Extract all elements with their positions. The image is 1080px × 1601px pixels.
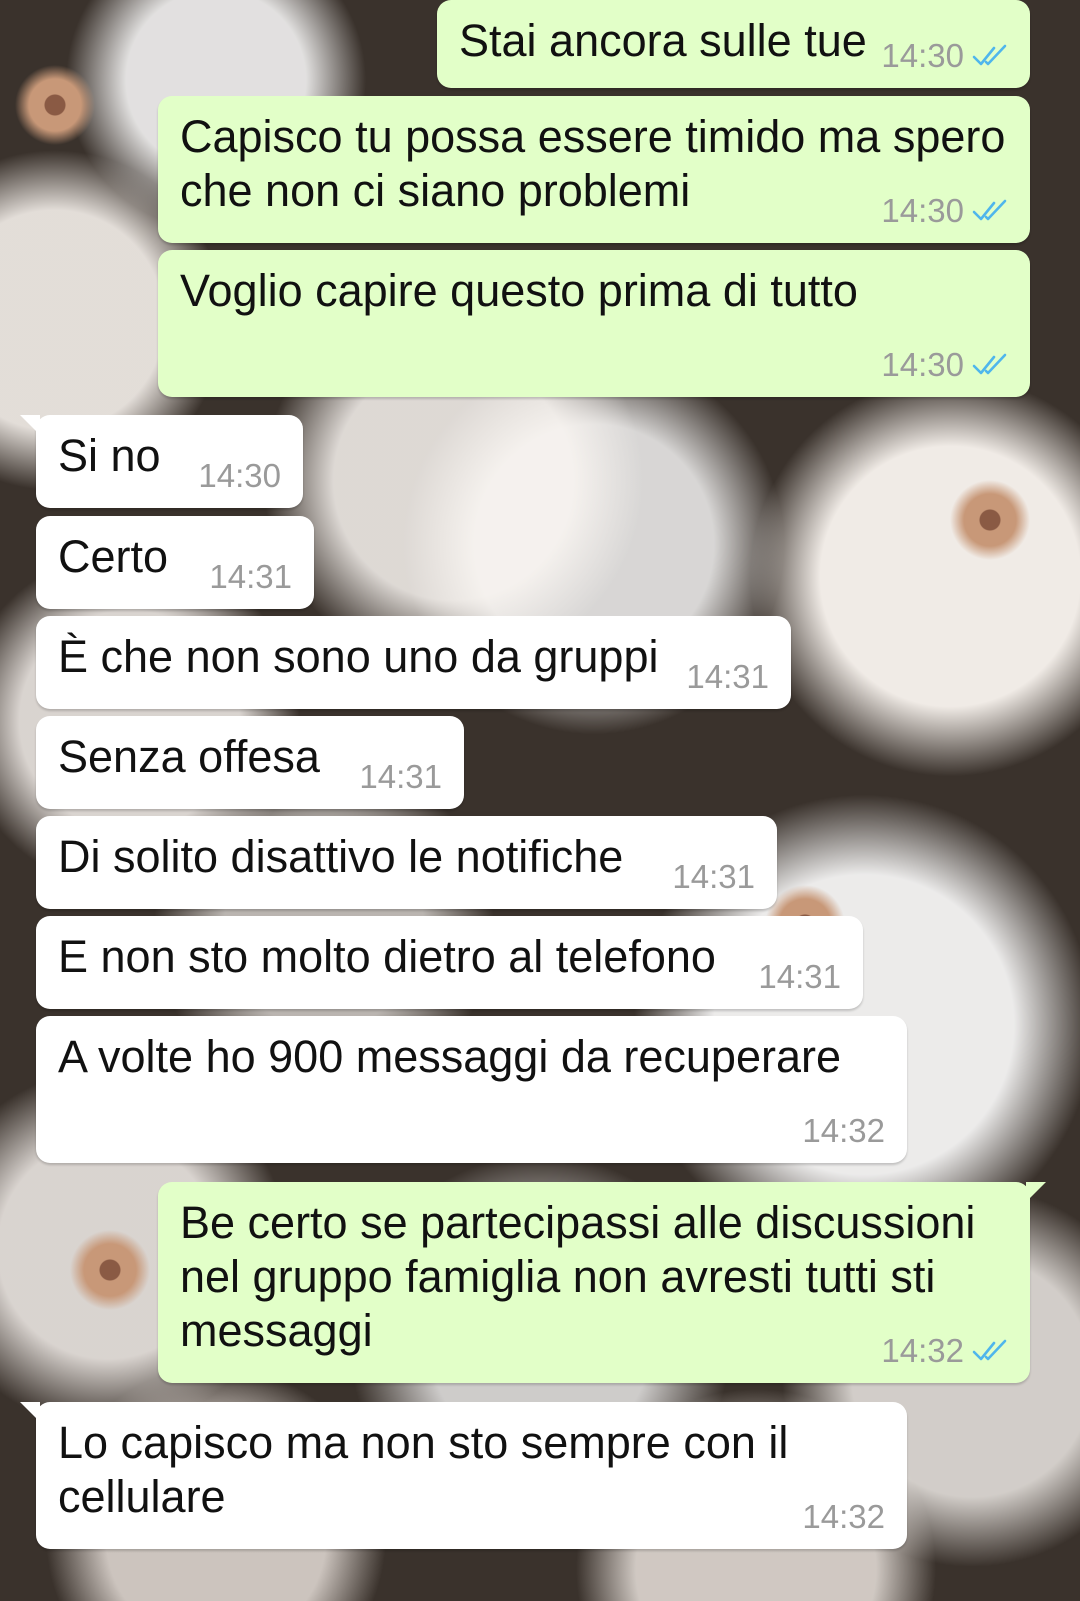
double-check-icon — [972, 199, 1007, 221]
message-meta: 14:31 — [359, 759, 442, 795]
message-meta: 14:32 — [802, 1499, 885, 1535]
outgoing-message[interactable]: Stai ancora sulle tue 14:30 — [437, 0, 1030, 88]
bubble-tail — [1026, 1182, 1046, 1202]
message-time: 14:30 — [198, 457, 281, 494]
message-time: 14:30 — [881, 346, 964, 383]
incoming-message[interactable]: E non sto molto dietro al telefono 14:31 — [36, 916, 863, 1009]
incoming-message[interactable]: Certo 14:31 — [36, 516, 314, 609]
message-time: 14:30 — [881, 192, 964, 229]
message-meta: 14:30 — [198, 458, 281, 494]
message-meta: 14:32 — [802, 1113, 885, 1149]
message-meta: 14:30 — [881, 38, 1008, 74]
message-meta: 14:31 — [758, 959, 841, 995]
message-time: 14:30 — [881, 37, 964, 74]
bubble-tail — [20, 1402, 40, 1422]
message-meta: 14:31 — [686, 659, 769, 695]
bubble-tail — [20, 415, 40, 435]
incoming-message[interactable]: Si no 14:30 — [20, 415, 303, 508]
message-time: 14:31 — [686, 658, 769, 695]
message-time: 14:31 — [359, 758, 442, 795]
message-text: Voglio capire questo prima di tutto — [180, 265, 858, 316]
message-time: 14:32 — [802, 1112, 885, 1149]
incoming-message[interactable]: Di solito disattivo le notifiche 14:31 — [36, 816, 777, 909]
incoming-message[interactable]: È che non sono uno da gruppi 14:31 — [36, 616, 791, 709]
message-text: E non sto molto dietro al telefono — [58, 931, 716, 982]
message-text: Lo capisco ma non sto sempre con il cell… — [58, 1417, 789, 1522]
message-time: 14:31 — [758, 958, 841, 995]
message-time: 14:32 — [881, 1332, 964, 1369]
incoming-message[interactable]: Senza offesa 14:31 — [36, 716, 464, 809]
outgoing-message[interactable]: Capisco tu possa essere timido ma spero … — [158, 96, 1030, 243]
message-meta: 14:31 — [672, 859, 755, 895]
message-text: Di solito disattivo le notifiche — [58, 831, 624, 882]
double-check-icon — [972, 44, 1007, 66]
message-time: 14:32 — [802, 1498, 885, 1535]
message-text: È che non sono uno da gruppi — [58, 631, 659, 682]
outgoing-message[interactable]: Voglio capire questo prima di tutto 14:3… — [158, 250, 1030, 397]
chat-messages[interactable]: Stai ancora sulle tue 14:30 Capisco tu p… — [0, 0, 1080, 1601]
incoming-message[interactable]: A volte ho 900 messaggi da recuperare 14… — [36, 1016, 907, 1163]
message-meta: 14:30 — [881, 347, 1008, 383]
message-time: 14:31 — [209, 558, 292, 595]
double-check-icon — [972, 353, 1007, 375]
message-meta: 14:32 — [881, 1333, 1008, 1369]
double-check-icon — [972, 1339, 1007, 1361]
message-time: 14:31 — [672, 858, 755, 895]
message-meta: 14:30 — [881, 193, 1008, 229]
message-text: A volte ho 900 messaggi da recuperare — [58, 1031, 841, 1082]
message-meta: 14:31 — [209, 559, 292, 595]
incoming-message[interactable]: Lo capisco ma non sto sempre con il cell… — [20, 1402, 907, 1549]
outgoing-message[interactable]: Be certo se partecipassi alle discussion… — [158, 1182, 1046, 1383]
